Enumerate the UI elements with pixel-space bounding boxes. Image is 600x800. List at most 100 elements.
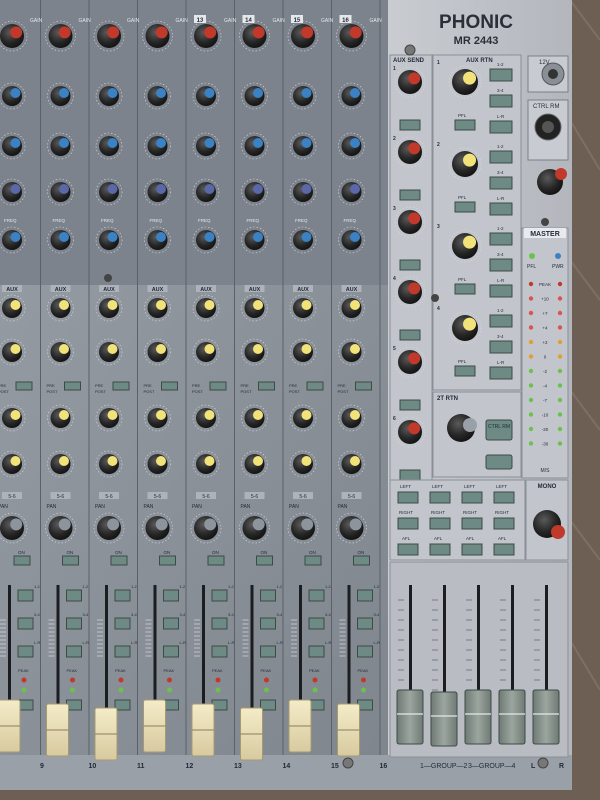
sub-assign-button[interactable] <box>260 617 276 630</box>
on-button[interactable] <box>353 555 370 566</box>
group-fader[interactable] <box>430 691 458 747</box>
sub-assign-button[interactable] <box>17 617 34 630</box>
afl-button[interactable] <box>461 543 483 556</box>
aux-rtn-assign-button[interactable] <box>489 284 513 298</box>
on-button[interactable] <box>13 555 31 566</box>
sub-assign-button[interactable] <box>163 617 179 630</box>
aux-label: AUX <box>103 287 115 293</box>
aux-send-afl-button[interactable] <box>399 259 421 271</box>
aux-rtn-assign-label: 3-4 <box>497 334 504 339</box>
aux-send-afl-button[interactable] <box>399 329 421 341</box>
eq-mid-freq-knob-cap <box>59 184 69 194</box>
mono-title: MONO <box>538 484 557 490</box>
group-fader[interactable] <box>464 689 492 745</box>
two-track-lr-button[interactable] <box>485 454 513 470</box>
sub-assign-button[interactable] <box>211 617 228 630</box>
sub-assign-button[interactable] <box>357 645 373 658</box>
aux-4-knob-cap <box>59 456 69 466</box>
aux-rtn-assign-button[interactable] <box>489 120 513 134</box>
right-assign-button[interactable] <box>461 517 483 530</box>
right-assign-button[interactable] <box>493 517 515 530</box>
left-label: LEFT <box>464 484 475 489</box>
aux-send-number: 4 <box>393 276 396 282</box>
sub-assign-button[interactable] <box>114 589 131 602</box>
aux-rtn-assign-button[interactable] <box>489 314 513 328</box>
pre-post-button[interactable] <box>64 381 81 391</box>
aux-send-afl-button[interactable] <box>399 399 421 411</box>
pre-post-button[interactable] <box>161 381 178 391</box>
on-button[interactable] <box>159 555 176 566</box>
aux-rtn-knob-cap <box>463 317 477 331</box>
sub-assign-button[interactable] <box>211 645 228 658</box>
aux-1-knob-cap <box>350 300 360 310</box>
afl-button[interactable] <box>397 543 419 556</box>
pre-post-button[interactable] <box>258 381 275 391</box>
peak-label: PEAK <box>115 668 126 673</box>
meter-led-left <box>528 310 534 316</box>
sub-assign-button[interactable] <box>308 645 325 658</box>
afl-button[interactable] <box>429 543 451 556</box>
pre-post-button[interactable] <box>355 381 372 391</box>
aux-rtn-pfl-button[interactable] <box>454 283 476 295</box>
sub-assign-button[interactable] <box>308 617 325 630</box>
sub-assign-button[interactable] <box>260 589 276 602</box>
aux-rtn-assign-button[interactable] <box>489 340 513 354</box>
right-assign-button[interactable] <box>429 517 451 530</box>
pre-post-button[interactable] <box>15 381 33 391</box>
group-fader[interactable] <box>498 689 526 745</box>
on-button[interactable] <box>304 555 322 566</box>
aux-send-afl-button[interactable] <box>399 469 421 481</box>
pre-post-button[interactable] <box>112 381 130 391</box>
sub-assign-button[interactable] <box>114 617 131 630</box>
aux-rtn-assign-button[interactable] <box>489 68 513 82</box>
aux-rtn-assign-button[interactable] <box>489 366 513 380</box>
sub-assign-button[interactable] <box>308 589 325 602</box>
on-button[interactable] <box>256 555 273 566</box>
eq-high-knob-cap <box>156 88 166 98</box>
group-fader[interactable] <box>396 689 424 745</box>
pre-post-button[interactable] <box>209 381 227 391</box>
on-button[interactable] <box>110 555 128 566</box>
aux-rtn-assign-button[interactable] <box>489 202 513 216</box>
aux-send-afl-button[interactable] <box>399 119 421 131</box>
aux-rtn-assign-button[interactable] <box>489 150 513 164</box>
gain-label: GAIN <box>30 18 43 24</box>
aux-send-afl-button[interactable] <box>399 189 421 201</box>
left-assign-button[interactable] <box>429 491 451 504</box>
sub-assign-button[interactable] <box>211 589 228 602</box>
pre-post-button[interactable] <box>306 381 324 391</box>
ctrl-rm-button[interactable] <box>485 419 513 441</box>
on-button[interactable] <box>62 555 79 566</box>
sub-assign-button[interactable] <box>163 645 179 658</box>
left-assign-button[interactable] <box>461 491 483 504</box>
on-button[interactable] <box>207 555 225 566</box>
sub-assign-button[interactable] <box>17 645 34 658</box>
aux-3-knob-cap <box>10 410 21 420</box>
aux-rtn-pfl-button[interactable] <box>454 365 476 377</box>
on-label: ON <box>164 550 171 555</box>
group-fader[interactable] <box>532 689 560 745</box>
aux-rtn-pfl-button[interactable] <box>454 201 476 213</box>
sub-assign-button[interactable] <box>17 589 34 602</box>
left-assign-button[interactable] <box>397 491 419 504</box>
pfl-button[interactable] <box>114 699 131 711</box>
left-assign-button[interactable] <box>493 491 515 504</box>
sub-assign-button[interactable] <box>357 617 373 630</box>
aux-3-knob-cap <box>350 410 360 420</box>
sub-assign-button[interactable] <box>357 589 373 602</box>
aux-rtn-assign-button[interactable] <box>489 232 513 246</box>
sub-assign-button[interactable] <box>66 589 82 602</box>
right-assign-button[interactable] <box>397 517 419 530</box>
post-label: POST <box>0 389 9 394</box>
afl-button[interactable] <box>493 543 515 556</box>
aux-rtn-assign-button[interactable] <box>489 94 513 108</box>
sub-assign-button[interactable] <box>66 617 82 630</box>
pfl-button[interactable] <box>260 699 276 711</box>
sub-assign-button[interactable] <box>66 645 82 658</box>
sub-assign-button[interactable] <box>163 589 179 602</box>
aux-rtn-assign-button[interactable] <box>489 258 513 272</box>
sub-assign-button[interactable] <box>260 645 276 658</box>
aux-rtn-pfl-button[interactable] <box>454 119 476 131</box>
sub-assign-button[interactable] <box>114 645 131 658</box>
aux-rtn-assign-button[interactable] <box>489 176 513 190</box>
